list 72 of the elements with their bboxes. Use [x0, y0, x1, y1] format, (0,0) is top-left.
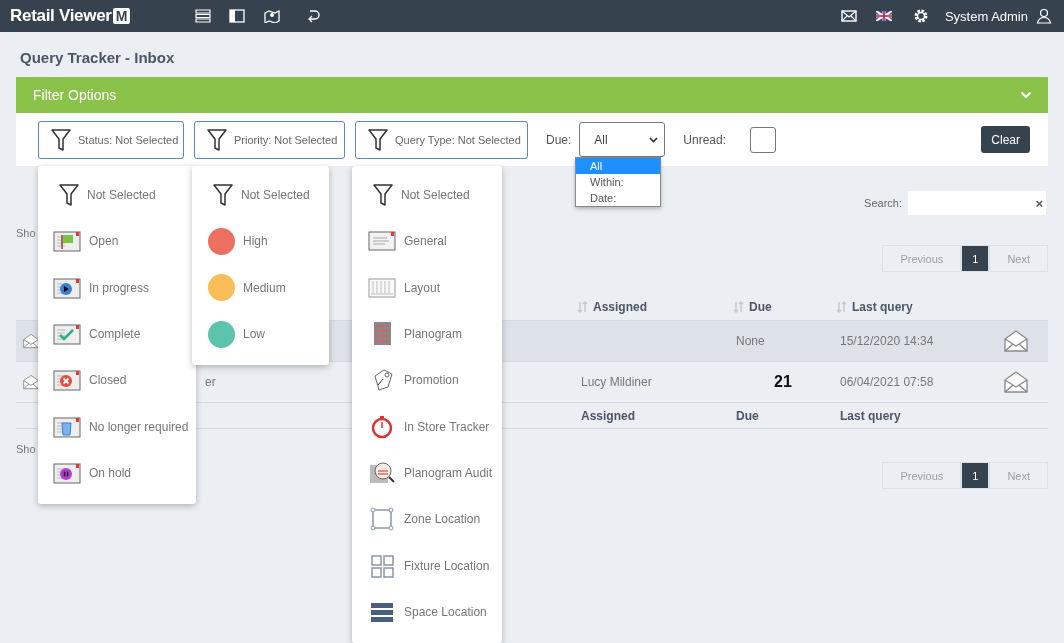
clear-search-button[interactable]: ×: [1035, 195, 1043, 211]
magnifier-icon: [368, 460, 396, 485]
checkmark-icon: [53, 323, 81, 346]
query-type-option[interactable]: Fixture Location: [352, 542, 502, 589]
status-option[interactable]: On hold: [38, 449, 196, 497]
column-footer: Assigned: [581, 408, 635, 423]
info-text: Sho: [16, 443, 36, 455]
days-count: 21: [774, 373, 792, 391]
unread-checkbox[interactable]: [750, 126, 777, 153]
filter-icon: [373, 184, 393, 207]
filter-button[interactable]: Priority: Not Selected: [194, 120, 345, 159]
column-footer: Last query: [840, 408, 901, 423]
filter-icon: [368, 128, 388, 151]
column-header[interactable]: Assigned: [593, 300, 647, 314]
list-icon[interactable]: [193, 6, 214, 26]
table-cell: None: [736, 334, 765, 348]
status-option[interactable]: No longer required: [38, 403, 196, 450]
logo-text: Retail Viewer: [10, 6, 112, 26]
due-label: Due:: [546, 132, 572, 147]
user-icon[interactable]: [1034, 6, 1054, 26]
filter-button[interactable]: Status: Not Selected: [38, 120, 184, 159]
query-type-option[interactable]: In Store Tracker: [352, 403, 502, 450]
unread-label: Unread:: [683, 132, 727, 147]
query-type-option[interactable]: Not Selected: [352, 172, 502, 219]
table-cell: er: [205, 375, 216, 389]
table-cell: Lucy Mildiner: [581, 375, 652, 389]
grid-icon: [368, 553, 396, 578]
due-option[interactable]: Within:: [576, 174, 660, 190]
user-name[interactable]: System Admin: [944, 8, 1028, 24]
query-type-option[interactable]: Planogram Audit: [352, 449, 502, 497]
document-icon: [368, 229, 396, 254]
table-cell: 06/04/2021 07:58: [840, 375, 934, 389]
page-button[interactable]: 1: [961, 245, 990, 272]
length-text: Sho: [16, 227, 36, 239]
filter-icon: [59, 184, 79, 207]
query-type-option[interactable]: Zone Location: [352, 496, 502, 543]
chevron-icon: [1020, 91, 1032, 99]
envelope-icon: [1004, 330, 1028, 352]
clear-button[interactable]: Clear: [981, 126, 1030, 153]
due-select[interactable]: All: [579, 122, 666, 157]
query-type-option[interactable]: Space Location: [352, 588, 502, 635]
sidebar-icon[interactable]: [227, 6, 248, 26]
bin-icon: [53, 415, 81, 438]
filter-icon: [213, 184, 233, 207]
query-type-option[interactable]: Layout: [352, 264, 502, 311]
query-type-option[interactable]: General: [352, 218, 502, 265]
column-footer: Due: [736, 408, 759, 423]
filter-button[interactable]: Query Type: Not Selected: [355, 120, 528, 159]
pause-icon: [53, 461, 81, 484]
filter-title: Filter Options: [33, 87, 117, 103]
column-header[interactable]: Due: [749, 300, 772, 314]
sort-icon: [577, 301, 588, 313]
sort-icon: [733, 301, 744, 313]
play-icon: [53, 276, 81, 299]
page-title: Query Tracker - Inbox: [19, 48, 176, 68]
page-button[interactable]: 1: [961, 462, 990, 489]
due-option[interactable]: Date:: [576, 190, 660, 206]
search-field[interactable]: ×: [908, 191, 1046, 215]
filter-icon: [51, 128, 71, 151]
column-header[interactable]: Last query: [852, 300, 913, 314]
flag-icon: [53, 230, 81, 253]
envelope-icon: [1004, 371, 1028, 393]
caret-icon: [649, 136, 659, 143]
filter-icon: [207, 128, 227, 151]
table-cell: 15/12/2020 14:34: [840, 334, 934, 348]
floor-plan-icon: [368, 275, 396, 300]
sort-icon: [836, 301, 847, 313]
cross-icon: [53, 369, 81, 392]
due-option[interactable]: All: [576, 158, 660, 174]
logo-badge: M: [112, 8, 131, 24]
search-label: Search:: [864, 197, 902, 209]
frame-icon: [368, 507, 396, 532]
